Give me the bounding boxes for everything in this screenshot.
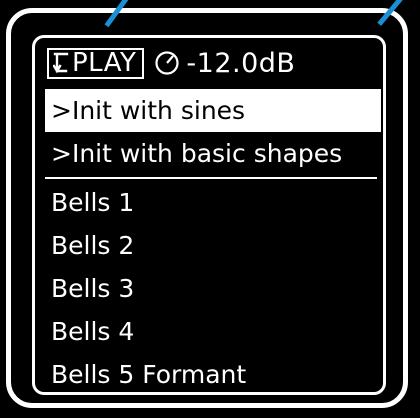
play-mode-label: PLAY bbox=[72, 48, 137, 78]
list-item-init-basic-shapes[interactable]: >Init with basic shapes bbox=[45, 132, 381, 175]
status-bar: PLAY -12.0dB bbox=[47, 45, 295, 81]
list-item-preset[interactable]: Bells 1 bbox=[45, 181, 381, 224]
list-item-label: Bells 5 Formant bbox=[51, 360, 247, 389]
list-item-preset[interactable]: Bells 5 Formant bbox=[45, 353, 381, 392]
list-item-label: >Init with basic shapes bbox=[51, 139, 343, 168]
list-item-label: Bells 4 bbox=[51, 317, 135, 346]
list-item-init-sines[interactable]: >Init with sines bbox=[45, 89, 381, 132]
preset-list: >Init with sines >Init with basic shapes… bbox=[45, 89, 381, 392]
list-item-label: Bells 1 bbox=[51, 188, 135, 217]
display-screen: PLAY -12.0dB >Init with sines >Init with… bbox=[32, 35, 386, 395]
dial-icon bbox=[155, 51, 180, 75]
list-item-label: Bells 2 bbox=[51, 231, 135, 260]
list-divider bbox=[45, 177, 377, 179]
list-item-label: Bells 3 bbox=[51, 274, 135, 303]
list-item-preset[interactable]: Bells 3 bbox=[45, 267, 381, 310]
play-arrow-icon bbox=[53, 52, 69, 74]
list-item-label: >Init with sines bbox=[51, 96, 246, 125]
list-item-preset[interactable]: Bells 2 bbox=[45, 224, 381, 267]
list-item-preset[interactable]: Bells 4 bbox=[45, 310, 381, 353]
play-mode-button[interactable]: PLAY bbox=[47, 47, 145, 79]
output-level-readout: -12.0dB bbox=[186, 47, 296, 79]
